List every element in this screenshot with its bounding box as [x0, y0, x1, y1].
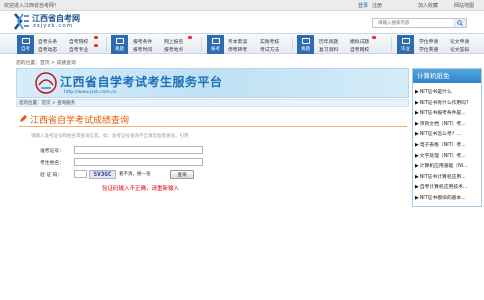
nav-group-ziliao: 真题 历年真题 模拟试题 复习资料 自考网校	[297, 35, 387, 54]
nav-link[interactable]: 学位英语	[419, 46, 438, 53]
sidebar-item[interactable]: ▶NIT证书报考条件是...	[415, 109, 481, 116]
sidebar-item[interactable]: ▶NIT证书模块的基本...	[415, 194, 481, 201]
nav-divider	[201, 37, 202, 52]
form-icon	[211, 38, 220, 44]
nav-link[interactable]: 自考院校	[69, 38, 88, 45]
banner-title: 江西省自学考试考生服务平台	[60, 75, 223, 89]
nav-link[interactable]: 实践考核	[260, 38, 279, 45]
nav-link[interactable]: 报考时间	[133, 46, 152, 53]
breadcrumb: 您的位置：首页 > 成绩查询	[16, 61, 76, 66]
triangle-bullet-icon: ▶	[415, 90, 419, 95]
document-icon	[115, 38, 124, 44]
site-logo-icon[interactable]	[14, 13, 30, 30]
nav-link[interactable]: 自考动态	[38, 46, 57, 53]
nav-link[interactable]: 自考专业	[69, 46, 88, 53]
search-input[interactable]	[373, 19, 453, 27]
sidebar-item[interactable]: ▶NIT证书怎么考？...	[415, 130, 481, 137]
welcome-text: 欢迎进入江西省自考网！	[4, 3, 60, 9]
sidebar-item[interactable]: ▶项目文档（NIT）考...	[415, 120, 481, 127]
nav-divider	[391, 37, 392, 52]
logo-domain: zsjyzk.com	[33, 23, 74, 29]
nav-link[interactable]: 自考网校	[350, 46, 369, 53]
captcha-image[interactable]: SV3GC	[89, 170, 116, 179]
nav-link[interactable]: 论文答辩	[450, 46, 469, 53]
nav-link[interactable]: 模拟试题	[350, 38, 369, 45]
nav-tile-baokao[interactable]: 报考	[207, 35, 224, 54]
register-link[interactable]: 注册	[372, 2, 382, 9]
triangle-bullet-icon: ▶	[415, 100, 419, 106]
triangle-bullet-icon: ▶	[415, 111, 419, 117]
nav-group-kaoshi: 报考 专本套读 实践考核 停考转考 考试方法	[207, 35, 292, 54]
nav-link[interactable]: 停考转考	[228, 46, 247, 53]
triangle-bullet-icon: ▶	[415, 121, 419, 127]
captcha-input[interactable]	[74, 170, 87, 178]
nav-link[interactable]: 网上报名	[164, 38, 183, 45]
query-hint: 请输入准考证号和姓名等查询信息，如：准考证号查询不全请您留意查询，引用	[31, 134, 189, 139]
nav-link[interactable]: 报考条件	[133, 38, 152, 45]
nav-link[interactable]: 历年真题	[319, 38, 338, 45]
nav-tile-zikao[interactable]: 自考	[17, 35, 34, 54]
hot-badge-icon	[94, 44, 98, 47]
search-button[interactable]	[453, 19, 466, 27]
login-link[interactable]: 登录	[358, 2, 368, 9]
sidebar-item[interactable]: ▶电子表格（NIT）考...	[415, 141, 481, 148]
nav-link[interactable]: 复习资料	[319, 46, 338, 53]
breadcrumb: 您的位置：首页 > 查询服务	[19, 101, 76, 106]
triangle-bullet-icon: ▶	[415, 196, 419, 201]
sidebar-item[interactable]: ▶NIT证书是什么	[415, 88, 481, 95]
nav-group-baokao: 真题 报考条件 网上报名 报考时间 报考地点	[111, 35, 192, 54]
nav-link[interactable]: 论文申请	[450, 38, 469, 45]
name-label: 考生姓名：	[40, 161, 64, 166]
main-nav: 自考 自考头条 自考院校 自考动态 自考专业 真题 报考条件 网上报名 报考时间…	[0, 33, 484, 54]
book-icon	[21, 38, 30, 44]
triangle-bullet-icon: ▶	[415, 174, 419, 180]
banner-url: http://www.jxzk.com.cn	[64, 90, 117, 95]
sitemap-link[interactable]: 网站地图	[454, 2, 474, 9]
triangle-bullet-icon: ▶	[415, 164, 419, 170]
nav-link[interactable]: 学位申请	[419, 38, 438, 45]
nav-link[interactable]: 考试方法	[260, 46, 279, 53]
search-icon	[456, 20, 463, 26]
query-submit-button[interactable]: 查询	[170, 170, 194, 179]
title-divider	[19, 126, 407, 127]
nav-tile-zhenti-2[interactable]: 真题	[297, 35, 314, 54]
triangle-bullet-icon: ▶	[415, 185, 419, 191]
exam-emblem-icon	[35, 72, 57, 94]
nav-tile-biye[interactable]: 毕业	[397, 35, 414, 54]
hot-badge-icon	[94, 36, 98, 39]
nav-link[interactable]: 报考地点	[164, 46, 183, 53]
sidebar-item[interactable]: ▶文字处理（NIT）考...	[415, 152, 481, 159]
sidebar-title: 计算机纸免	[413, 69, 481, 83]
triangle-bullet-icon: ▶	[415, 143, 419, 148]
nav-group-zikao: 自考 自考头条 自考院校 自考动态 自考专业	[17, 35, 102, 54]
search-box	[372, 18, 467, 28]
graduation-cap-icon	[401, 38, 410, 44]
triangle-bullet-icon: ▶	[415, 132, 419, 138]
hot-badge-icon	[372, 36, 376, 39]
sidebar-item[interactable]: ▶计算机应用基础（NI...	[415, 162, 481, 169]
paper-icon	[301, 38, 310, 44]
nav-divider	[106, 37, 107, 52]
nav-group-biye: 毕业 学位申请 论文申请 学位英语 论文答辩	[397, 35, 482, 54]
hot-badge-icon	[188, 36, 192, 39]
top-bar: 欢迎进入江西省自考网！ 登录 注册 加入收藏 网站地图	[0, 0, 484, 11]
exam-id-label: 准考证号：	[40, 149, 64, 154]
nav-tile-zhenti[interactable]: 真题	[111, 35, 128, 54]
pencil-icon	[20, 115, 27, 122]
triangle-bullet-icon: ▶	[415, 153, 419, 159]
nav-link[interactable]: 专本套读	[228, 38, 247, 45]
sidebar-item[interactable]: ▶NIT证书有什么作用吗?	[415, 99, 481, 106]
add-favorite-link[interactable]: 加入收藏	[418, 2, 438, 9]
error-message: 验证码输入不正确，请重新输入	[102, 186, 180, 192]
exam-id-input[interactable]	[74, 146, 203, 154]
nav-link[interactable]: 自考头条	[38, 38, 57, 45]
nav-divider	[292, 37, 293, 52]
page-title: 江西省自学考试成绩查询	[30, 116, 130, 126]
refresh-captcha-link[interactable]: 看不清，换一张	[119, 171, 151, 177]
captcha-label: 验 证 码：	[40, 173, 63, 178]
sidebar-item[interactable]: ▶NIT证书计算机应用...	[415, 173, 481, 180]
name-input[interactable]	[74, 158, 203, 166]
sidebar-item[interactable]: ▶自考计算机应用技术...	[415, 183, 481, 190]
